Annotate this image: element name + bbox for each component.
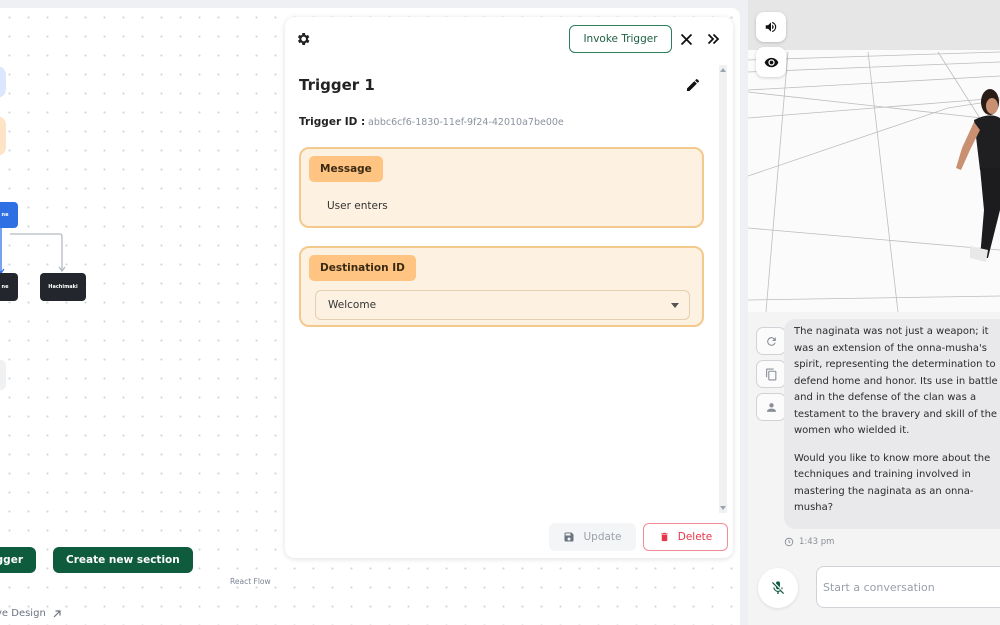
trigger-title: Trigger 1 (299, 76, 375, 94)
message-card: Message User enters (299, 147, 704, 228)
copy-icon (765, 368, 776, 380)
save-icon (564, 532, 574, 542)
message-value[interactable]: User enters (327, 200, 388, 212)
react-flow-attribution[interactable]: React Flow (230, 577, 271, 586)
visibility-button[interactable] (756, 47, 786, 77)
update-button[interactable]: Update (549, 523, 636, 551)
create-section-button[interactable]: Create new section (53, 547, 193, 573)
timestamp-text: 1:43 pm (799, 537, 835, 547)
flow-node-hachimaki[interactable]: Hachimaki (40, 273, 86, 301)
create-section-label: Create new section (66, 554, 180, 566)
scroll-up-icon[interactable] (720, 68, 726, 72)
external-link-icon (53, 609, 61, 617)
node-fragment-gray[interactable] (0, 360, 6, 390)
sound-icon (765, 21, 777, 33)
message-timestamp: 1:43 pm (784, 537, 834, 547)
delete-label: Delete (677, 531, 713, 543)
assistant-message: The naginata was not just a weapon; it w… (784, 319, 1000, 529)
flow-node-label: ne (1, 212, 9, 218)
create-trigger-label: igger (0, 554, 23, 566)
expand-panel-button[interactable] (703, 29, 723, 49)
scroll-down-icon[interactable] (720, 506, 726, 510)
trigger-id-value: abbc6cf6-1830-11ef-9f24-42010a7be00e (368, 117, 564, 128)
floor-grid (748, 0, 1000, 312)
copy-button[interactable] (756, 360, 786, 388)
message-paragraph-1: The naginata was not just a weapon; it w… (794, 326, 998, 436)
destination-selected-value: Welcome (328, 299, 377, 311)
clock-icon (784, 537, 794, 547)
profile-button[interactable] (756, 393, 786, 421)
sound-button[interactable] (756, 12, 786, 42)
trash-icon (661, 532, 668, 542)
edit-icon[interactable] (685, 77, 701, 93)
trigger-panel: Invoke Trigger Trigger 1 Trigger ID : ab… (285, 17, 733, 558)
avatar-scene[interactable] (748, 0, 1000, 312)
node-fragment-blue[interactable] (0, 66, 6, 98)
panel-scrollbar[interactable] (719, 65, 727, 513)
destination-card: Destination ID Welcome (299, 246, 704, 327)
message-tag: Message (309, 156, 383, 182)
message-paragraph-2: Would you like to know more about the te… (794, 452, 991, 514)
flow-node-label: Hachimaki (48, 284, 78, 290)
microphone-button[interactable] (758, 568, 798, 608)
trigger-id-label: Trigger ID : (299, 116, 366, 128)
gear-icon[interactable] (295, 31, 311, 47)
chat-area: The naginata was not just a weapon; it w… (748, 312, 1000, 625)
expand-icon (707, 33, 719, 45)
flow-edges (0, 228, 66, 275)
flow-node-label: ne (1, 284, 9, 290)
regenerate-button[interactable] (756, 327, 786, 355)
live-design-link[interactable]: ve Design (0, 608, 62, 619)
mic-off-icon (772, 581, 784, 594)
node-fragment-orange[interactable] (0, 116, 6, 156)
chat-input[interactable] (816, 566, 1000, 608)
update-label: Update (583, 531, 622, 543)
close-panel-button[interactable] (676, 29, 696, 49)
invoke-trigger-button[interactable]: Invoke Trigger (569, 25, 672, 53)
live-design-label: ve Design (0, 608, 46, 619)
avatar-panel: The naginata was not just a weapon; it w… (748, 0, 1000, 625)
eye-icon (764, 57, 778, 67)
flow-node[interactable]: ne (0, 273, 18, 301)
destination-select[interactable]: Welcome (315, 290, 690, 320)
destination-tag: Destination ID (309, 255, 416, 281)
person-icon (766, 402, 776, 412)
close-icon (680, 33, 692, 45)
create-trigger-button[interactable]: igger (0, 547, 36, 573)
refresh-icon (766, 336, 776, 346)
delete-button[interactable]: Delete (643, 523, 728, 551)
chevron-down-icon (671, 303, 679, 308)
